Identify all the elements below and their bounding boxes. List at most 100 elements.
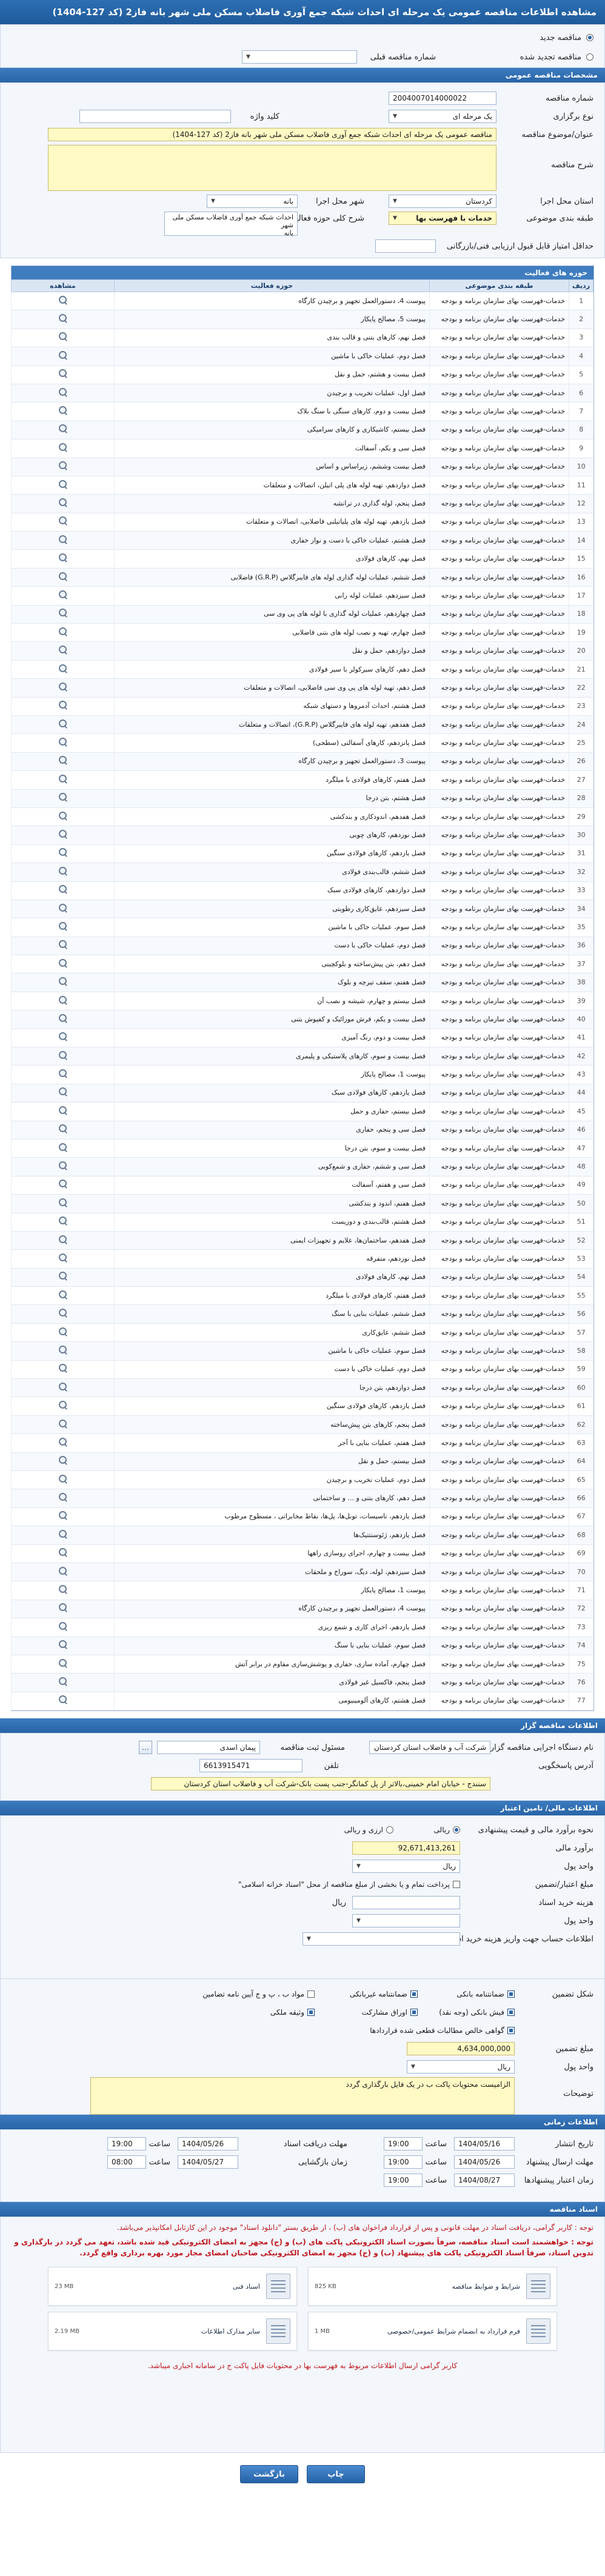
magnifier-icon[interactable]	[58, 1253, 68, 1263]
magnifier-icon[interactable]	[58, 976, 68, 986]
row-view-cell[interactable]	[11, 1581, 115, 1600]
row-view-cell[interactable]	[11, 733, 115, 753]
row-view-cell[interactable]	[11, 936, 115, 956]
magnifier-icon[interactable]	[58, 1640, 68, 1649]
magnifier-icon[interactable]	[58, 369, 68, 378]
row-view-cell[interactable]	[11, 1563, 115, 1582]
row-view-cell[interactable]	[11, 365, 115, 384]
back-button[interactable]: بازگشت	[240, 2465, 298, 2484]
renewed-tender-radio[interactable]	[586, 53, 593, 61]
magnifier-icon[interactable]	[58, 1474, 68, 1484]
magnifier-icon[interactable]	[58, 1143, 68, 1152]
magnifier-icon[interactable]	[58, 608, 68, 618]
magnifier-icon[interactable]	[58, 627, 68, 636]
row-view-cell[interactable]	[11, 1526, 115, 1545]
magnifier-icon[interactable]	[58, 847, 68, 857]
row-view-cell[interactable]	[11, 1360, 115, 1380]
magnifier-icon[interactable]	[58, 1179, 68, 1189]
magnifier-icon[interactable]	[58, 645, 68, 655]
magnifier-icon[interactable]	[58, 1547, 68, 1557]
magnifier-icon[interactable]	[58, 829, 68, 839]
row-view-cell[interactable]	[11, 1231, 115, 1250]
nonbank-guarantee-checkbox[interactable]	[410, 1990, 418, 1998]
row-view-cell[interactable]	[11, 1396, 115, 1416]
magnifier-icon[interactable]	[58, 737, 68, 747]
row-view-cell[interactable]	[11, 1157, 115, 1176]
magnifier-icon[interactable]	[58, 590, 68, 599]
row-view-cell[interactable]	[11, 549, 115, 569]
magnifier-icon[interactable]	[58, 958, 68, 968]
magnifier-icon[interactable]	[58, 516, 68, 526]
cash-checkbox[interactable]	[507, 2009, 515, 2017]
magnifier-icon[interactable]	[58, 535, 68, 544]
magnifier-icon[interactable]	[58, 1290, 68, 1300]
row-view-cell[interactable]	[11, 1286, 115, 1306]
magnifier-icon[interactable]	[58, 498, 68, 507]
magnifier-icon[interactable]	[58, 1529, 68, 1539]
magnifier-icon[interactable]	[58, 884, 68, 894]
row-view-cell[interactable]	[11, 439, 115, 458]
contact-lookup-button[interactable]: …	[139, 1741, 152, 1755]
row-view-cell[interactable]	[11, 1415, 115, 1435]
row-view-cell[interactable]	[11, 1121, 115, 1140]
magnifier-icon[interactable]	[58, 1382, 68, 1392]
row-view-cell[interactable]	[11, 973, 115, 992]
row-view-cell[interactable]	[11, 863, 115, 882]
row-view-cell[interactable]	[11, 329, 115, 348]
row-view-cell[interactable]	[11, 1065, 115, 1084]
magnifier-icon[interactable]	[58, 1050, 68, 1060]
row-view-cell[interactable]	[11, 1139, 115, 1158]
property-checkbox[interactable]	[307, 2009, 315, 2017]
rules-checkbox[interactable]	[307, 1990, 315, 1998]
row-view-cell[interactable]	[11, 623, 115, 642]
magnifier-icon[interactable]	[58, 774, 68, 784]
magnifier-icon[interactable]	[58, 700, 68, 710]
province-select[interactable]: کردستان ▼	[389, 195, 496, 208]
magnifier-icon[interactable]	[58, 1584, 68, 1594]
magnifier-icon[interactable]	[58, 1308, 68, 1318]
magnifier-icon[interactable]	[58, 755, 68, 765]
currency-radio[interactable]	[386, 1826, 393, 1834]
row-view-cell[interactable]	[11, 1637, 115, 1655]
magnifier-icon[interactable]	[58, 903, 68, 913]
row-view-cell[interactable]	[11, 1213, 115, 1232]
row-view-cell[interactable]	[11, 1249, 115, 1269]
rial-radio[interactable]	[453, 1826, 460, 1834]
row-view-cell[interactable]	[11, 1673, 115, 1692]
magnifier-icon[interactable]	[58, 1455, 68, 1465]
magnifier-icon[interactable]	[58, 1345, 68, 1355]
description-area[interactable]	[48, 145, 496, 191]
holding-type-select[interactable]: یک مرحله ای ▼	[389, 110, 496, 123]
row-view-cell[interactable]	[11, 899, 115, 919]
row-view-cell[interactable]	[11, 881, 115, 900]
treasury-checkbox[interactable]	[453, 1881, 460, 1889]
magnifier-icon[interactable]	[58, 405, 68, 415]
row-view-cell[interactable]	[11, 513, 115, 532]
bonds-checkbox[interactable]	[410, 2009, 418, 2017]
row-view-cell[interactable]	[11, 715, 115, 735]
row-view-cell[interactable]	[11, 678, 115, 698]
row-view-cell[interactable]	[11, 660, 115, 679]
row-view-cell[interactable]	[11, 347, 115, 366]
document-item[interactable]: فرم قرارداد به انضمام شرایط عمومی/خصوصی 1…	[308, 2312, 557, 2351]
magnifier-icon[interactable]	[58, 461, 68, 470]
row-view-cell[interactable]	[11, 1102, 115, 1121]
magnifier-icon[interactable]	[58, 1087, 68, 1096]
magnifier-icon[interactable]	[58, 1235, 68, 1244]
row-view-cell[interactable]	[11, 1618, 115, 1637]
row-view-cell[interactable]	[11, 1470, 115, 1490]
row-view-cell[interactable]	[11, 1544, 115, 1563]
row-view-cell[interactable]	[11, 1010, 115, 1029]
unit-select[interactable]: ریال ▼	[352, 1860, 460, 1874]
row-view-cell[interactable]	[11, 1029, 115, 1048]
row-view-cell[interactable]	[11, 752, 115, 772]
bank-guarantee-checkbox[interactable]	[507, 1990, 515, 1998]
magnifier-icon[interactable]	[58, 866, 68, 876]
magnifier-icon[interactable]	[58, 1603, 68, 1612]
magnifier-icon[interactable]	[58, 295, 68, 305]
row-view-cell[interactable]	[11, 1655, 115, 1674]
magnifier-icon[interactable]	[58, 1069, 68, 1078]
magnifier-icon[interactable]	[58, 792, 68, 802]
new-tender-radio[interactable]	[586, 34, 593, 41]
magnifier-icon[interactable]	[58, 1566, 68, 1576]
